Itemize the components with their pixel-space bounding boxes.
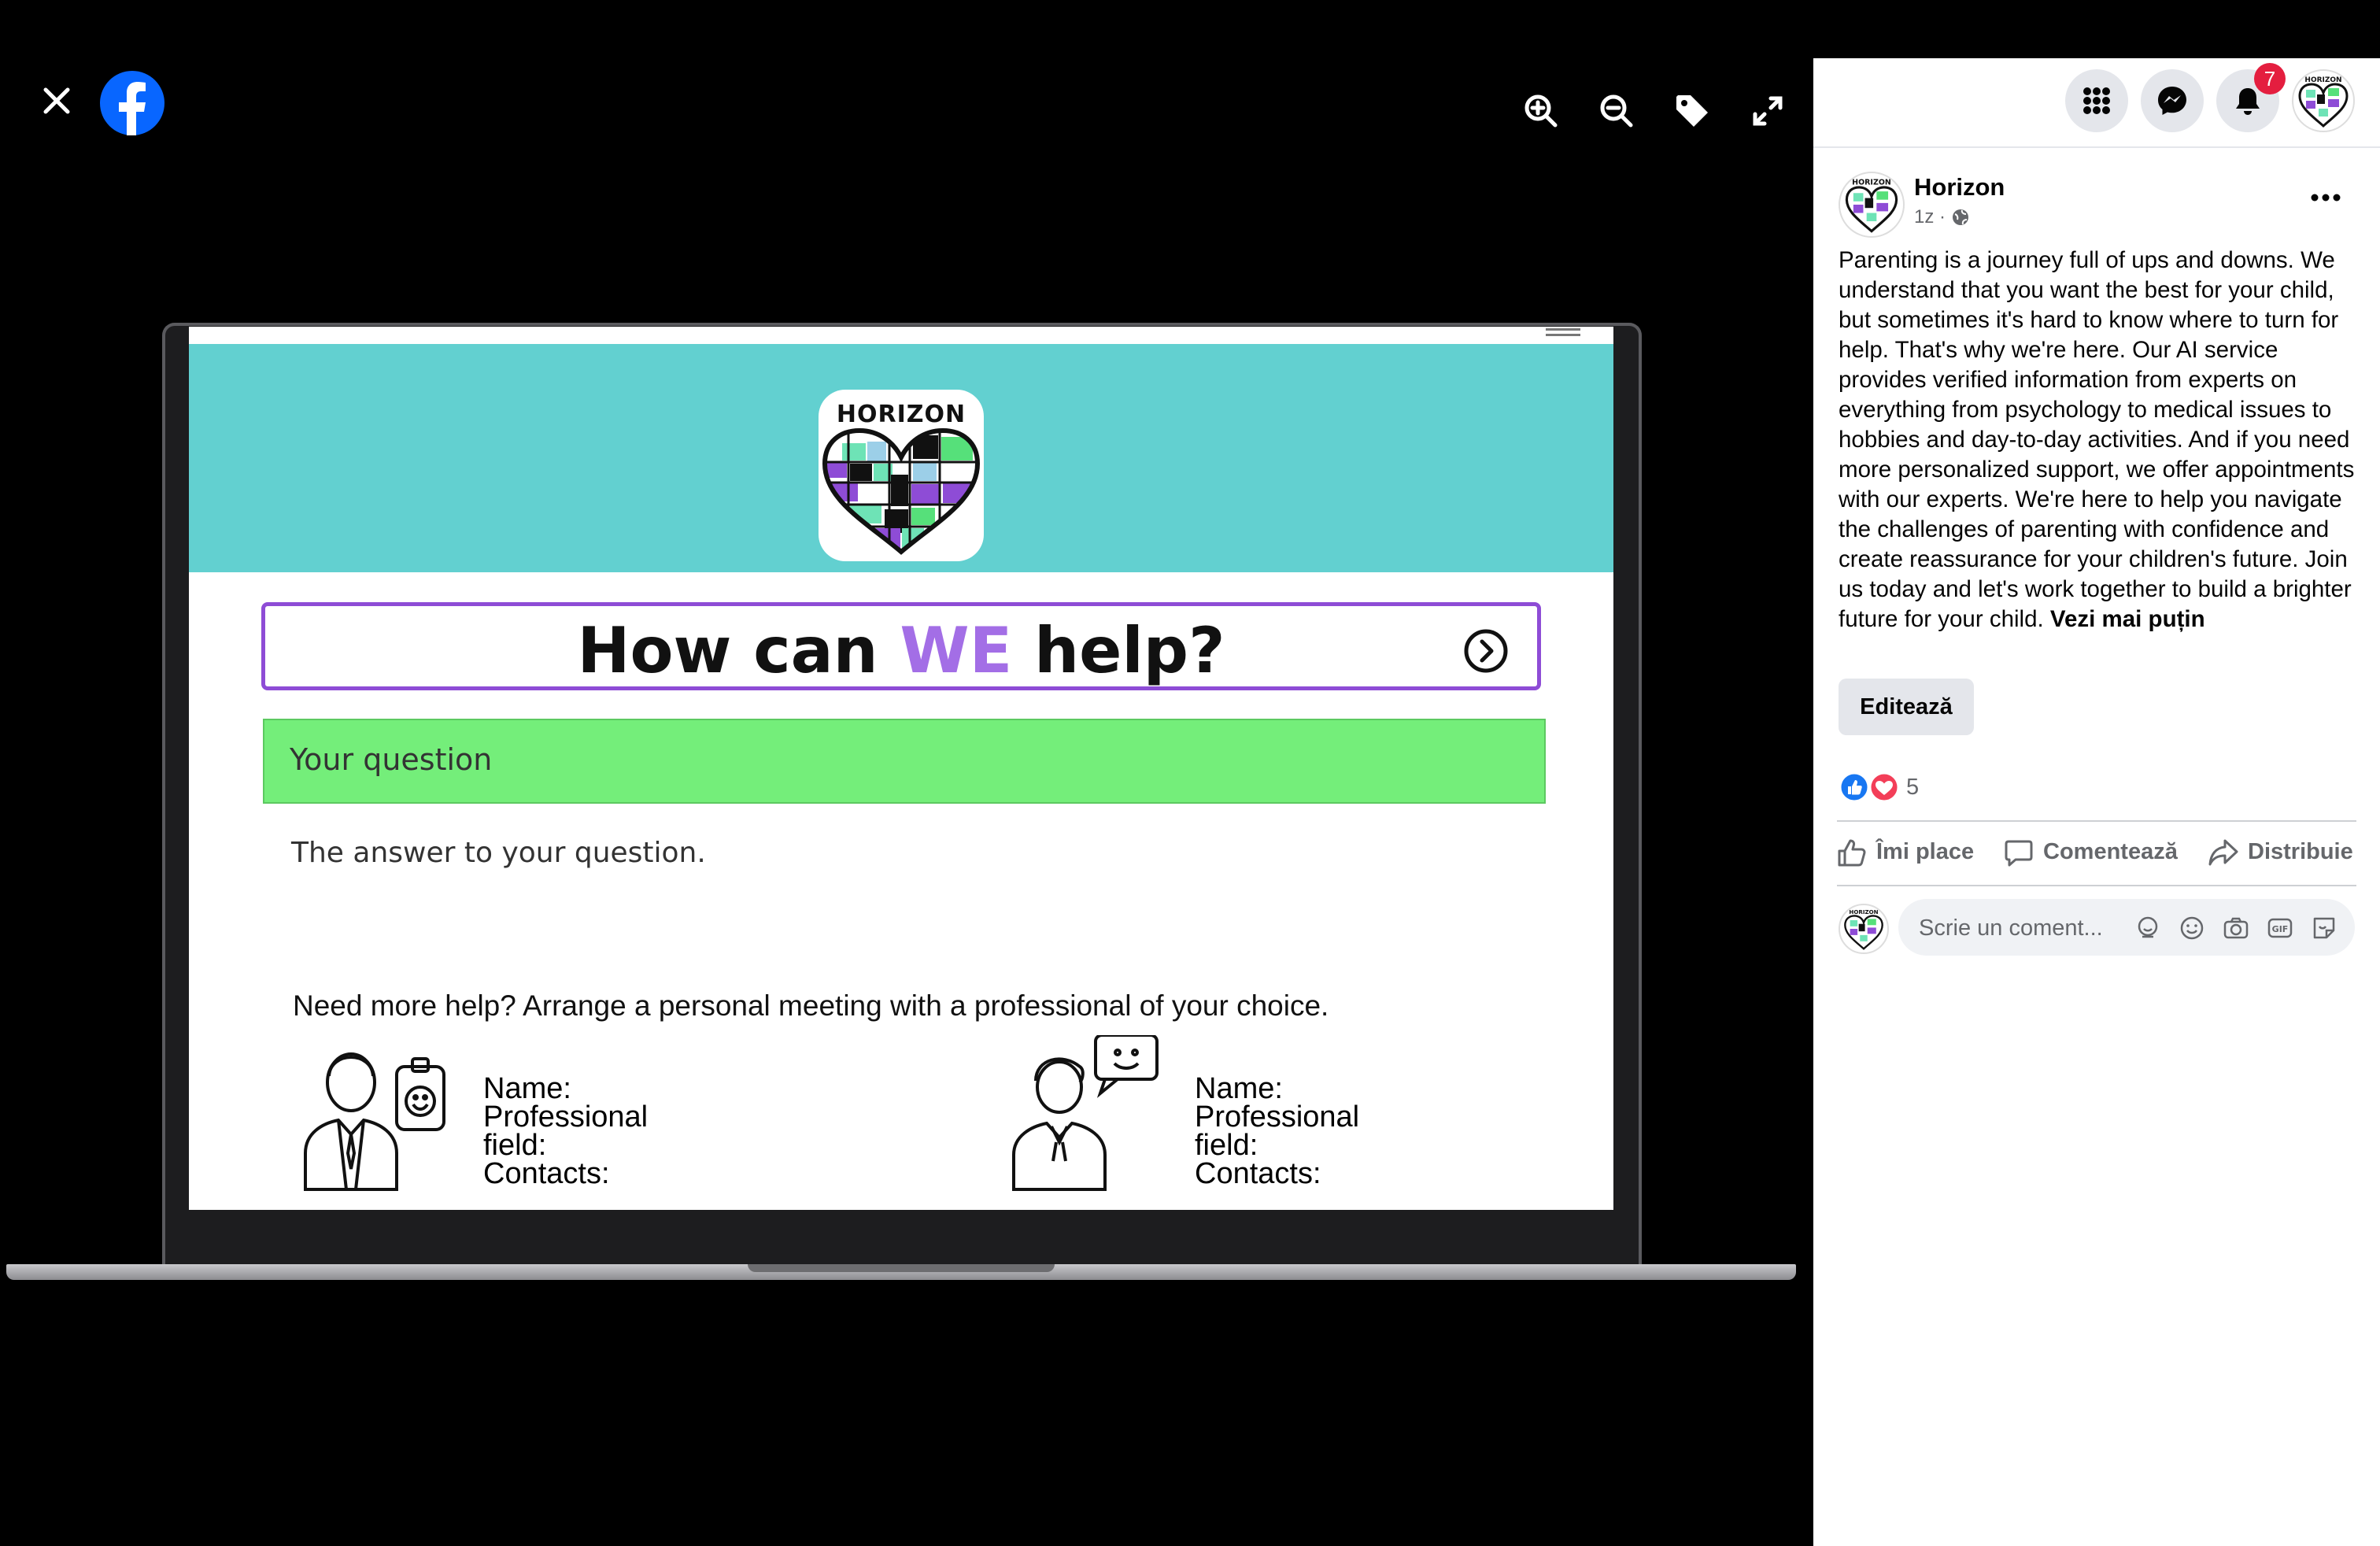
horizon-logo: HORIZON [819,390,984,561]
laptop-notch [748,1264,1055,1272]
brand-name: HORIZON [836,401,966,428]
notification-count-badge: 7 [2254,63,2286,94]
meeting-prompt: Need more help? Arrange a personal meeti… [293,989,1329,1022]
heart-mosaic-icon [822,427,981,555]
page-avatar[interactable]: HORIZON [1839,172,1905,238]
expert-field-label: Professional field: [1195,1100,1360,1162]
post-time[interactable]: 1z · [1914,206,1946,227]
commenter-avatar[interactable]: HORIZON [1839,904,1889,954]
help-search-box[interactable]: How can WE help? [261,602,1541,690]
post-meta: 1z · [1914,206,1970,228]
edit-button[interactable]: Editează [1839,679,1974,735]
laptop-screen: HORIZON How can WE help? Your question T… [189,327,1613,1210]
comment-composer: GIF [1898,899,2355,956]
svg-text:GIF: GIF [2272,924,2289,934]
reaction-count[interactable]: 5 [1906,775,1919,801]
avatar-sticker-icon[interactable] [2134,915,2161,941]
messenger-button[interactable] [2141,69,2204,132]
answer-text: The answer to your question. [291,837,706,869]
hamburger-menu-icon [1546,328,1580,339]
reaction-icons[interactable] [1839,771,1901,803]
close-icon[interactable] [35,79,79,123]
expert-name-label: Name: [483,1072,571,1105]
chevron-right-circle-icon[interactable] [1463,628,1509,674]
zoom-out-icon[interactable] [1595,89,1639,133]
horizon-avatar-icon: HORIZON [1845,179,1898,233]
question-placeholder: Your question [290,742,493,777]
doctor-icon [304,1052,445,1191]
fullscreen-icon[interactable] [1746,89,1790,133]
menu-grid-icon [2083,87,2110,114]
messenger-icon [2158,87,2186,115]
expert-contacts-label: Contacts: [483,1157,610,1190]
comment-bubble-icon [2005,840,2033,867]
emoji-icon[interactable] [2179,915,2205,941]
help-heading: How can WE help? [577,614,1225,687]
zoom-in-icon[interactable] [1519,89,1563,133]
more-options-icon[interactable] [2306,186,2345,209]
consultant-icon [1012,1035,1159,1191]
post-body: Parenting is a journey full of ups and d… [1839,247,2355,632]
share-arrow-icon [2208,839,2238,866]
account-avatar[interactable]: HORIZON [2292,69,2355,132]
expert-field-label: Professional field: [483,1100,649,1162]
see-less-link[interactable]: Vezi mai puțin [2050,606,2205,632]
expert-name-label: Name: [1195,1072,1283,1105]
menu-button[interactable] [2065,69,2128,132]
divider [1837,885,2356,886]
divider [1837,820,2356,822]
site-header: HORIZON [189,344,1613,572]
tag-icon[interactable] [1670,89,1714,133]
horizon-avatar-icon: HORIZON [1844,908,1883,950]
comment-input[interactable] [1917,910,2141,946]
svg-text:HORIZON: HORIZON [1849,908,1878,915]
facebook-logo[interactable] [100,71,164,135]
camera-icon[interactable] [2223,915,2249,941]
horizon-avatar-icon: HORIZON [2298,76,2349,128]
expert-contacts-label: Contacts: [1195,1157,1321,1190]
svg-text:HORIZON: HORIZON [2304,76,2341,84]
page-name-link[interactable]: Horizon [1914,173,2005,202]
svg-text:HORIZON: HORIZON [1852,179,1891,187]
question-field[interactable]: Your question [263,719,1546,804]
thumbs-up-icon [1838,839,1866,867]
photo-viewer: HORIZON How can WE help? Your question T… [0,0,1813,1546]
sticker-icon[interactable] [2311,915,2338,941]
gif-icon[interactable]: GIF [2267,915,2293,941]
globe-icon [1952,209,1968,225]
